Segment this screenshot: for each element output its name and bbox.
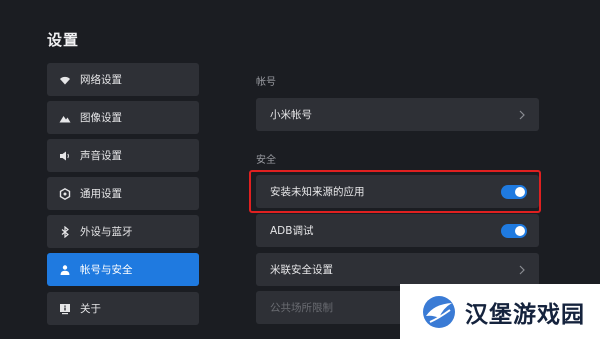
user-icon bbox=[58, 263, 72, 277]
mountain-image-icon bbox=[58, 111, 72, 125]
row-label: 安装未知来源的应用 bbox=[270, 186, 365, 198]
sidebar-item-label: 关于 bbox=[80, 303, 101, 315]
security-section-label: 安全 bbox=[256, 155, 276, 166]
sidebar-item-bluetooth[interactable]: 外设与蓝牙 bbox=[47, 215, 199, 248]
sidebar-item-label: 外设与蓝牙 bbox=[80, 226, 133, 238]
adb-debug-toggle[interactable] bbox=[501, 223, 527, 238]
watermark-logo-icon bbox=[423, 295, 455, 328]
install-unknown-apps-row[interactable]: 安装未知来源的应用 bbox=[256, 175, 539, 208]
xiaomi-account-row[interactable]: 小米帐号 bbox=[256, 98, 539, 131]
sidebar-item-sound[interactable]: 声音设置 bbox=[47, 139, 199, 172]
milian-security-row[interactable]: 米联安全设置 bbox=[256, 253, 539, 286]
gear-icon bbox=[58, 187, 72, 201]
sidebar-item-picture[interactable]: 图像设置 bbox=[47, 101, 199, 134]
sidebar-item-label: 通用设置 bbox=[80, 188, 122, 200]
page-title: 设置 bbox=[47, 31, 80, 49]
row-label: 米联安全设置 bbox=[270, 264, 333, 276]
sidebar-item-about[interactable]: 关于 bbox=[47, 292, 199, 325]
info-icon bbox=[58, 302, 72, 316]
chevron-right-icon bbox=[519, 265, 525, 274]
row-label: 公共场所限制 bbox=[270, 302, 333, 314]
watermark: 汉堡游戏园 bbox=[400, 284, 600, 339]
sidebar-item-account-security[interactable]: 帐号与安全 bbox=[47, 253, 199, 286]
watermark-text: 汉堡游戏园 bbox=[465, 300, 585, 328]
chevron-right-icon bbox=[519, 110, 525, 119]
toggle-knob bbox=[515, 225, 525, 236]
sidebar-item-general[interactable]: 通用设置 bbox=[47, 177, 199, 210]
sidebar-item-label: 图像设置 bbox=[80, 112, 122, 124]
sidebar-item-network[interactable]: 网络设置 bbox=[47, 63, 199, 96]
speaker-icon bbox=[58, 149, 72, 163]
account-section-label: 帐号 bbox=[256, 77, 276, 88]
sidebar-item-label: 声音设置 bbox=[80, 150, 122, 162]
row-label: ADB调试 bbox=[270, 225, 314, 237]
toggle-knob bbox=[515, 186, 525, 197]
sidebar-item-label: 网络设置 bbox=[80, 74, 122, 86]
bluetooth-icon bbox=[58, 225, 72, 239]
adb-debug-row[interactable]: ADB调试 bbox=[256, 214, 539, 247]
install-unknown-apps-toggle[interactable] bbox=[501, 184, 527, 199]
row-label: 小米帐号 bbox=[270, 109, 312, 121]
wifi-icon bbox=[58, 73, 72, 87]
sidebar-item-label: 帐号与安全 bbox=[80, 264, 133, 276]
